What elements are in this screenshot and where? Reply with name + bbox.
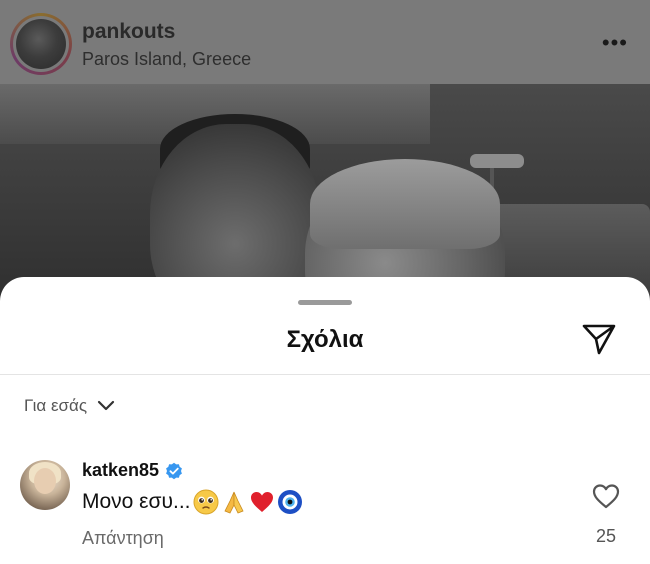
comment-author: katken85 [82,460,183,481]
share-button[interactable] [579,319,619,359]
commenter-avatar[interactable] [20,460,70,510]
reply-button[interactable]: Απάντηση [82,528,164,549]
paper-plane-icon [582,324,616,355]
pleading-face-emoji [193,489,218,515]
red-heart-emoji [250,492,273,512]
comment-item: katken85 Μονο εσυ... Απάντηση 25 [0,447,650,557]
folded-hands-emoji [223,491,244,514]
comment-body: Μονο εσυ... [82,490,191,513]
post-username[interactable]: pankouts [82,20,175,44]
post-header: pankouts Paros Island, Greece ••• [0,0,650,84]
chevron-down-icon [97,400,115,411]
heart-outline-icon[interactable] [591,482,621,510]
nazar-amulet-emoji [277,490,302,514]
sort-label: Για εσάς [24,396,88,415]
post-photo [0,84,650,304]
sort-dropdown[interactable]: Για εσάς [24,396,115,416]
comments-sheet: Σχόλια Για εσάς katken85 Μονο εσυ... Απά… [0,277,650,564]
comment-username[interactable]: katken85 [82,460,159,481]
verified-badge-icon [166,462,182,479]
post-location[interactable]: Paros Island, Greece [82,49,251,70]
comment-text: Μονο εσυ... [82,489,303,515]
like-count: 25 [595,526,617,546]
divider [0,374,650,375]
sheet-title: Σχόλια [286,326,364,353]
sheet-drag-handle[interactable] [298,300,352,305]
more-options-icon[interactable]: ••• [602,30,628,56]
post-author-avatar[interactable] [10,13,72,75]
